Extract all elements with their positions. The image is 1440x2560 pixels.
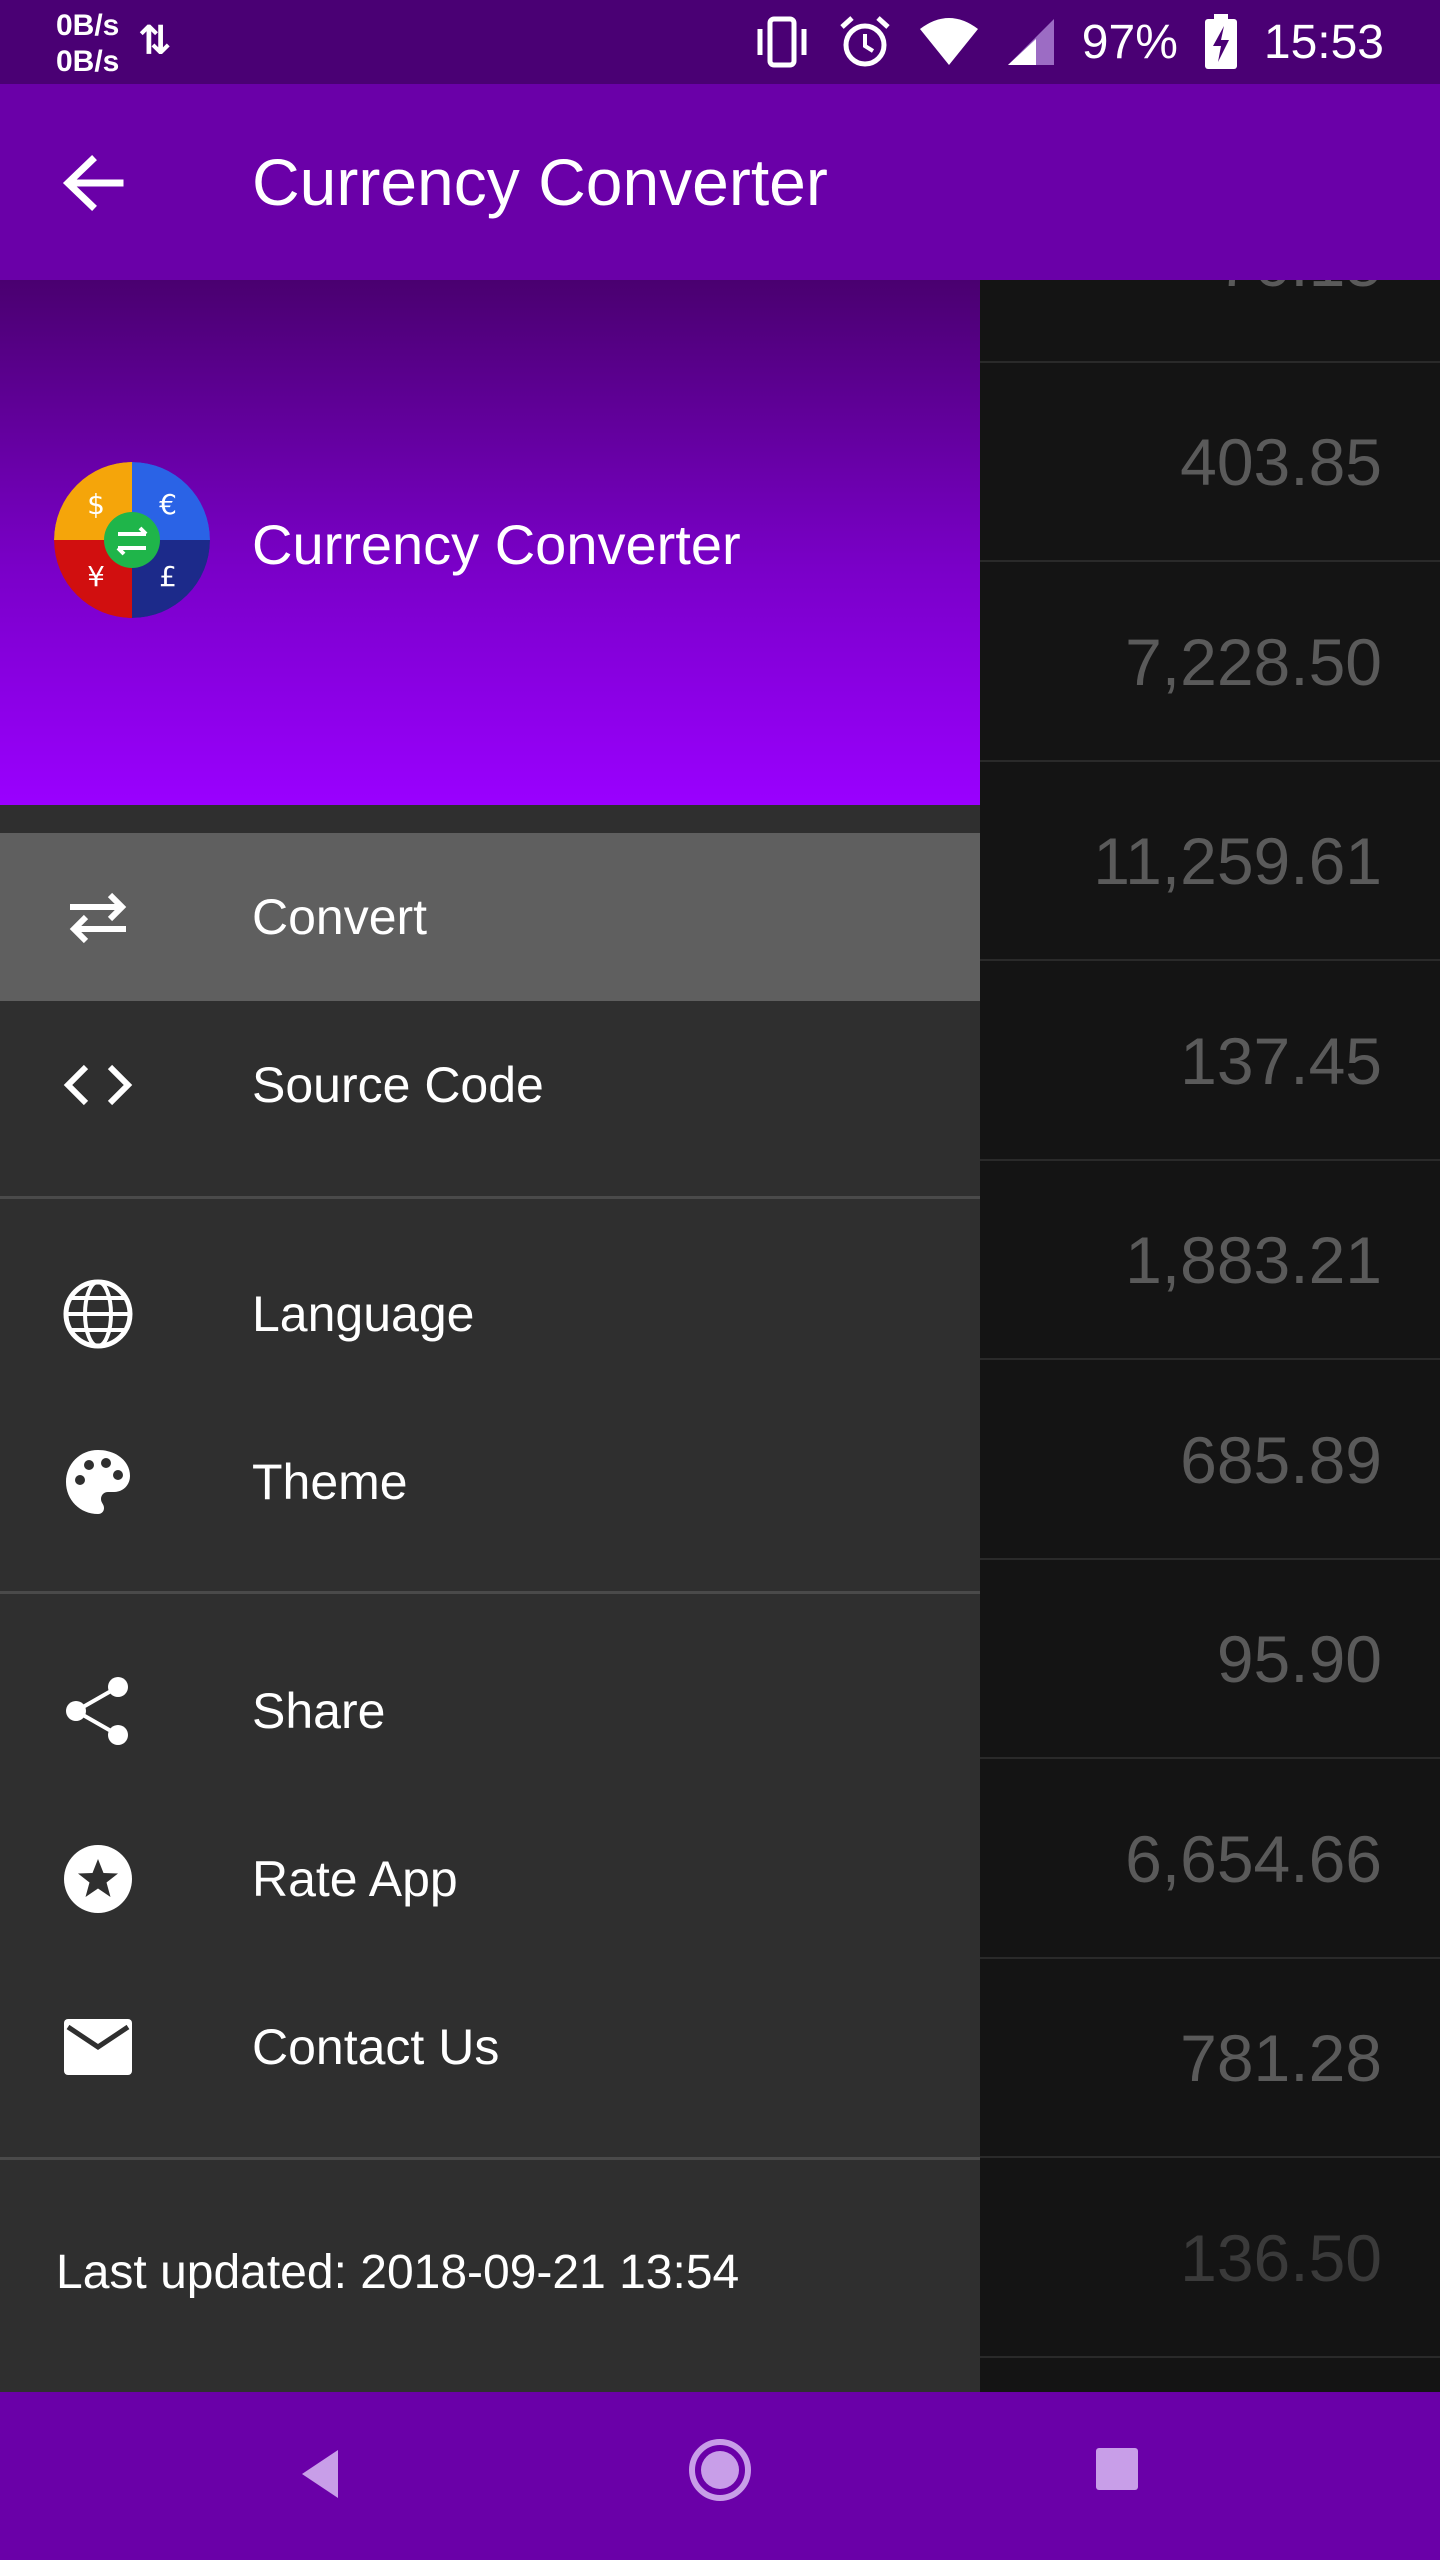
list-item[interactable]: 1,883.21 <box>980 1161 1440 1360</box>
list-item[interactable]: 11,259.61 <box>980 762 1440 961</box>
list-item[interactable]: 136.50 <box>980 2159 1440 2358</box>
code-icon <box>63 1064 133 1106</box>
list-item[interactable]: 137.45 <box>980 962 1440 1161</box>
list-item[interactable]: 6,654.66 <box>980 1760 1440 1959</box>
conversion-results-list: 76.15 403.85 7,228.50 11,259.61 137.45 1… <box>980 280 1440 2392</box>
menu-item-rate-app[interactable]: Rate App <box>0 1795 980 1963</box>
menu-label-language: Language <box>252 1286 475 1342</box>
menu-label-convert: Convert <box>252 889 428 945</box>
list-item[interactable]: 76.15 <box>980 280 1440 363</box>
app-bar-title: Currency Converter <box>252 145 828 219</box>
net-up-speed: 0B/s <box>56 9 120 42</box>
menu-label-rate-app: Rate App <box>252 1851 458 1907</box>
battery-percent: 97% <box>1081 15 1178 69</box>
list-item[interactable]: 95.90 <box>980 1560 1440 1759</box>
menu-item-contact-us[interactable]: Contact Us <box>0 1963 980 2131</box>
nav-back-icon[interactable] <box>296 2444 346 2504</box>
svg-text:€: € <box>159 488 177 521</box>
menu-label-source-code: Source Code <box>252 1057 544 1113</box>
last-updated-text: Last updated: 2018-09-21 13:54 <box>56 2246 740 2299</box>
network-speed: 0B/s 0B/s <box>56 8 119 80</box>
palette-icon <box>66 1450 130 1514</box>
globe-icon <box>63 1279 133 1349</box>
list-item[interactable]: 781.28 <box>980 1959 1440 2158</box>
menu-item-source-code[interactable]: Source Code <box>0 1001 980 1169</box>
menu-divider <box>0 2157 980 2160</box>
wifi-icon <box>919 18 978 65</box>
menu-item-share[interactable]: Share <box>0 1627 980 1795</box>
swap-icon <box>69 892 127 944</box>
system-nav-bar <box>0 2392 1440 2560</box>
clock: 15:53 <box>1263 15 1384 69</box>
menu-label-share: Share <box>252 1683 386 1739</box>
menu-item-language[interactable]: Language <box>0 1230 980 1398</box>
nav-recents-icon[interactable] <box>1094 2446 1140 2492</box>
signal-icon <box>1007 19 1054 65</box>
star-icon <box>64 1845 132 1913</box>
svg-text:¥: ¥ <box>87 560 105 593</box>
share-icon <box>66 1677 128 1745</box>
menu-divider <box>0 1591 980 1594</box>
drawer-header-title: Currency Converter <box>252 513 741 576</box>
navigation-drawer: $ € ¥ £ Currency Converter Convert Sourc… <box>0 280 980 2392</box>
app-bar: Currency Converter <box>0 84 1440 280</box>
list-item[interactable]: 7,228.50 <box>980 563 1440 762</box>
alarm-icon <box>840 16 890 67</box>
menu-item-convert[interactable]: Convert <box>0 833 980 1001</box>
menu-label-theme: Theme <box>252 1454 408 1510</box>
svg-text:$: $ <box>87 488 105 521</box>
status-bar: 0B/s 0B/s ⇅ 97% 15:53 <box>0 0 1440 84</box>
drawer-header: $ € ¥ £ Currency Converter <box>0 280 980 805</box>
nav-home-icon[interactable] <box>686 2436 754 2504</box>
arrow-back-icon[interactable] <box>58 148 128 218</box>
currency-logo: $ € ¥ £ <box>54 462 210 618</box>
menu-label-contact-us: Contact Us <box>252 2019 500 2075</box>
svg-text:£: £ <box>159 560 177 593</box>
data-transfer-icon: ⇅ <box>138 19 172 63</box>
battery-charging-icon <box>1204 14 1237 69</box>
net-down-speed: 0B/s <box>56 45 120 78</box>
mail-icon <box>64 2019 132 2075</box>
list-item[interactable]: 685.89 <box>980 1361 1440 1560</box>
list-item[interactable]: 403.85 <box>980 363 1440 562</box>
menu-divider <box>0 1196 980 1199</box>
menu-item-theme[interactable]: Theme <box>0 1398 980 1566</box>
vibrate-icon <box>757 16 807 68</box>
